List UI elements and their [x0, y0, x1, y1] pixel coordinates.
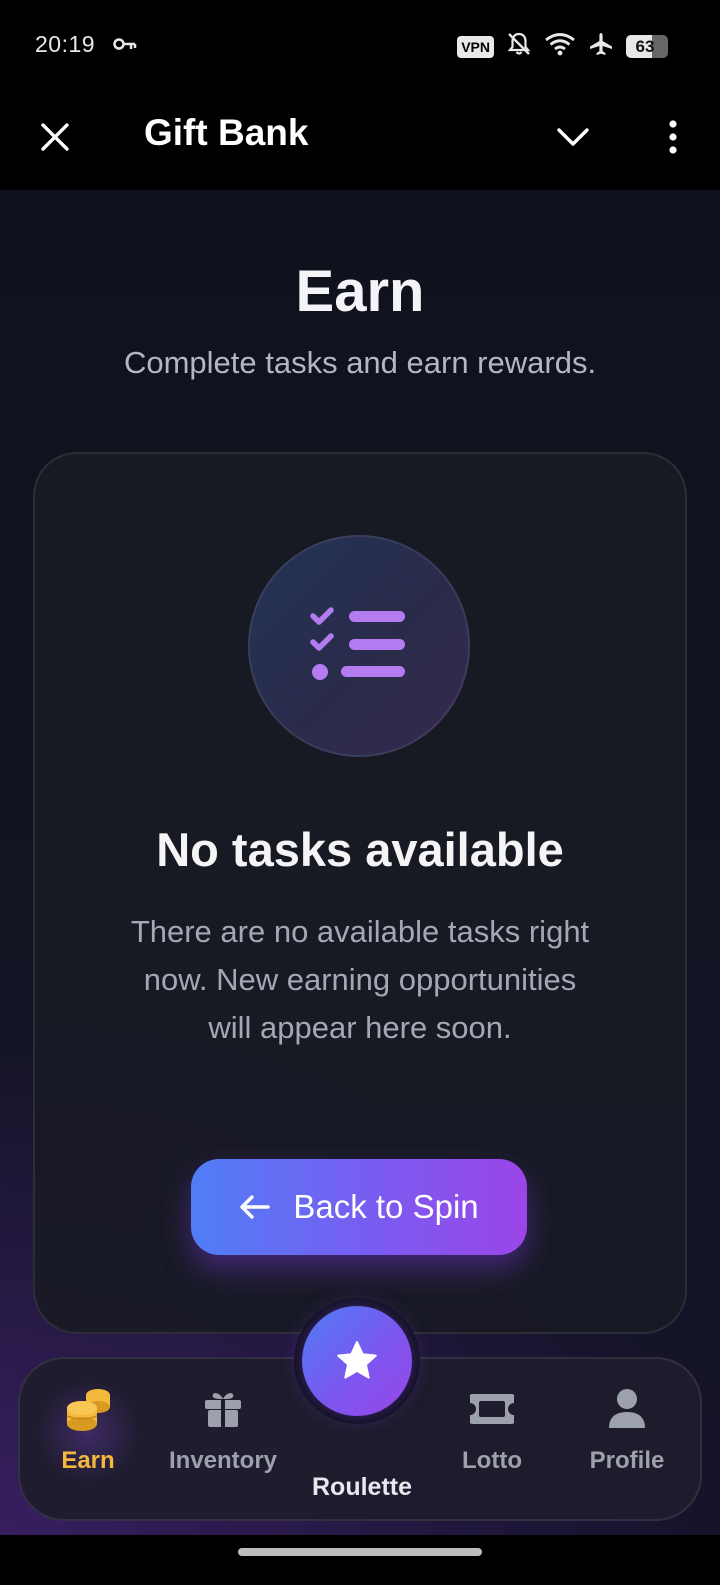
key-icon: [113, 36, 137, 57]
page-subtitle: Complete tasks and earn rewards.: [123, 345, 597, 380]
ticket-icon: [432, 1379, 552, 1439]
vpn-icon: VPN: [457, 35, 494, 58]
back-to-spin-label: Back to Spin: [293, 1188, 479, 1225]
user-icon: [567, 1379, 687, 1439]
airplane-icon: [588, 31, 614, 62]
more-vert-icon: [669, 120, 677, 154]
home-gesture-handle[interactable]: [238, 1548, 482, 1556]
close-icon: [41, 123, 69, 151]
battery-level: 63: [635, 37, 655, 56]
gift-icon: [163, 1379, 283, 1439]
wifi-icon: [544, 32, 576, 61]
app-title: Gift Bank: [144, 112, 309, 153]
nav-item-lotto[interactable]: Lotto: [432, 1359, 552, 1523]
close-button[interactable]: [32, 114, 78, 160]
status-icons: VPN 63: [457, 31, 668, 62]
empty-state-card: No tasks available There are no availabl…: [33, 452, 687, 1334]
gesture-bar: [0, 1535, 720, 1585]
star-icon: [337, 1341, 377, 1379]
page-title: Earn: [295, 259, 425, 324]
nav-item-earn[interactable]: Earn: [28, 1359, 148, 1523]
nav-item-profile[interactable]: Profile: [567, 1359, 687, 1523]
chevron-down-icon: [557, 128, 589, 146]
empty-state-description: There are no available tasks right now. …: [130, 914, 590, 1045]
task-list-icon: [310, 607, 405, 680]
nav-label-roulette: Roulette: [312, 1473, 412, 1501]
status-time: 20:19: [35, 31, 96, 57]
status-bar: 20:19 VPN 63: [0, 0, 720, 92]
coins-icon: [28, 1379, 148, 1439]
empty-state-icon-circle: [248, 535, 470, 757]
nav-label-profile: Profile: [589, 1447, 665, 1474]
arrow-left-icon: [240, 1195, 271, 1219]
back-to-spin-button[interactable]: Back to Spin: [191, 1159, 527, 1255]
collapse-button[interactable]: [550, 114, 596, 160]
nav-label-inventory: Inventory: [168, 1447, 278, 1474]
silent-icon: [506, 31, 532, 62]
nav-item-inventory[interactable]: Inventory: [163, 1359, 283, 1523]
more-options-button[interactable]: [650, 112, 696, 162]
empty-state-title: No tasks available: [156, 823, 564, 876]
app-bar: Gift Bank: [0, 92, 720, 190]
nav-item-roulette[interactable]: [294, 1298, 420, 1424]
battery-icon: 63: [626, 35, 668, 58]
